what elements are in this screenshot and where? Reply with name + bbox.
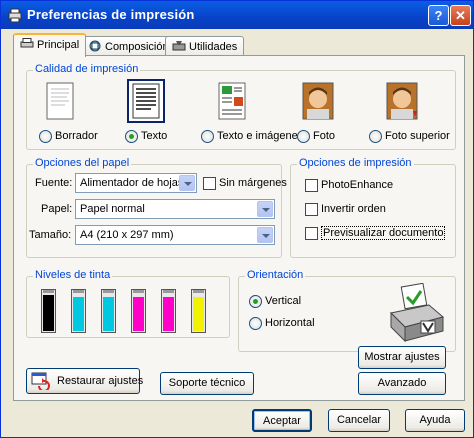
- photoenhance-label[interactable]: PhotoEnhance: [321, 179, 393, 191]
- show-settings-button[interactable]: Mostrar ajustes: [358, 346, 446, 369]
- paper-group-title: Opciones del papel: [33, 157, 132, 169]
- title-close-button[interactable]: ✕: [450, 5, 471, 26]
- printer-app-icon: [8, 8, 22, 23]
- quality-text-radio[interactable]: [125, 130, 138, 143]
- ink-cartridge-magenta: [131, 289, 146, 333]
- quality-photo-radio[interactable]: [297, 130, 310, 143]
- quality-photo-label[interactable]: Foto: [313, 130, 335, 142]
- print-options-group: Opciones de impresión PhotoEnhance Inver…: [290, 157, 456, 258]
- quality-group: Calidad de impresión Borrador Texto Text…: [26, 63, 456, 150]
- title-bar[interactable]: Preferencias de impresión ? ✕: [1, 1, 473, 29]
- quality-photo-best-radio[interactable]: [369, 130, 382, 143]
- landscape-label[interactable]: Horizontal: [265, 317, 315, 329]
- ink-cartridge-light-magenta: [161, 289, 176, 333]
- tab-label: Utilidades: [189, 41, 238, 53]
- reverse-order-label[interactable]: Invertir orden: [321, 203, 386, 215]
- orientation-group: Orientación Vertical Horizontal: [238, 269, 456, 352]
- accept-button[interactable]: Aceptar: [252, 409, 312, 432]
- tab-panel-principal: Calidad de impresión Borrador Texto Text…: [13, 55, 465, 401]
- photoenhance-checkbox[interactable]: [305, 179, 318, 192]
- chevron-down-icon[interactable]: [257, 201, 273, 217]
- photo-best-icon[interactable]: [383, 81, 421, 125]
- quality-draft-radio[interactable]: [39, 130, 52, 143]
- cancel-button[interactable]: Cancelar: [328, 409, 390, 432]
- restore-settings-label: Restaurar ajustes: [57, 375, 144, 387]
- source-select[interactable]: Alimentador de hojas: [75, 173, 197, 193]
- quality-text-image-label[interactable]: Texto e imágenes: [217, 130, 303, 142]
- tab-label: Principal: [37, 39, 80, 51]
- tab-composicion[interactable]: Composición: [81, 36, 176, 56]
- paper-group: Opciones del papel Fuente: Alimentador d…: [26, 157, 287, 258]
- portrait-label[interactable]: Vertical: [265, 295, 301, 307]
- borderless-checkbox[interactable]: [203, 177, 216, 190]
- restore-icon: [31, 372, 50, 390]
- paper-size-label: Tamaño:: [29, 229, 72, 241]
- borderless-label[interactable]: Sin márgenes: [219, 177, 287, 189]
- restore-settings-button[interactable]: Restaurar ajustes: [26, 368, 144, 394]
- paper-type-value: Papel normal: [80, 203, 145, 215]
- paper-type-select[interactable]: Papel normal: [75, 199, 275, 219]
- title-help-button[interactable]: ?: [428, 5, 449, 26]
- help-button[interactable]: Ayuda: [405, 409, 465, 432]
- ink-cartridge-black: [41, 289, 56, 333]
- photo-icon[interactable]: [299, 81, 337, 125]
- paper-size-value: A4 (210 x 297 mm): [80, 229, 174, 241]
- quality-draft-label[interactable]: Borrador: [55, 130, 98, 142]
- tech-support-button[interactable]: Soporte técnico: [160, 372, 254, 395]
- quality-group-title: Calidad de impresión: [33, 63, 141, 75]
- print-options-group-title: Opciones de impresión: [297, 157, 414, 169]
- text-page-icon[interactable]: [127, 79, 165, 123]
- tab-utilidades[interactable]: Utilidades: [165, 36, 245, 56]
- ink-cartridge-light-cyan: [101, 289, 116, 333]
- ink-cartridge-cyan: [71, 289, 86, 333]
- reverse-order-checkbox[interactable]: [305, 203, 318, 216]
- tools-icon: [172, 41, 186, 51]
- ink-levels-group-title: Niveles de tinta: [33, 269, 113, 281]
- draft-page-icon[interactable]: [41, 81, 79, 125]
- source-value: Alimentador de hojas: [80, 177, 184, 189]
- preview-document-label[interactable]: Previsualizar documento: [321, 226, 446, 240]
- source-label: Fuente:: [35, 177, 73, 189]
- quality-text-label[interactable]: Texto: [141, 130, 167, 142]
- paper-type-label: Papel:: [41, 203, 73, 215]
- ink-cartridge-yellow: [191, 289, 206, 333]
- landscape-radio[interactable]: [249, 317, 262, 330]
- paper-size-select[interactable]: A4 (210 x 297 mm): [75, 225, 275, 245]
- portrait-radio[interactable]: [249, 295, 262, 308]
- ink-levels-group: Niveles de tinta: [26, 269, 230, 338]
- preview-document-checkbox[interactable]: [305, 227, 318, 240]
- text-image-page-icon[interactable]: [213, 81, 251, 125]
- printer-icon: [20, 38, 34, 48]
- printer-orientation-icon: [389, 283, 445, 343]
- tab-principal[interactable]: Principal: [13, 33, 87, 57]
- quality-text-image-radio[interactable]: [201, 130, 214, 143]
- tab-label: Composición: [105, 41, 169, 53]
- print-preferences-dialog: Preferencias de impresión ? ✕ Principal …: [0, 0, 474, 438]
- chevron-down-icon[interactable]: [179, 175, 195, 191]
- orientation-group-title: Orientación: [245, 269, 306, 281]
- window-title: Preferencias de impresión: [27, 7, 195, 22]
- layout-icon: [89, 40, 101, 52]
- chevron-down-icon[interactable]: [257, 227, 273, 243]
- quality-photo-best-label[interactable]: Foto superior: [385, 130, 450, 142]
- advanced-button[interactable]: Avanzado: [358, 372, 446, 395]
